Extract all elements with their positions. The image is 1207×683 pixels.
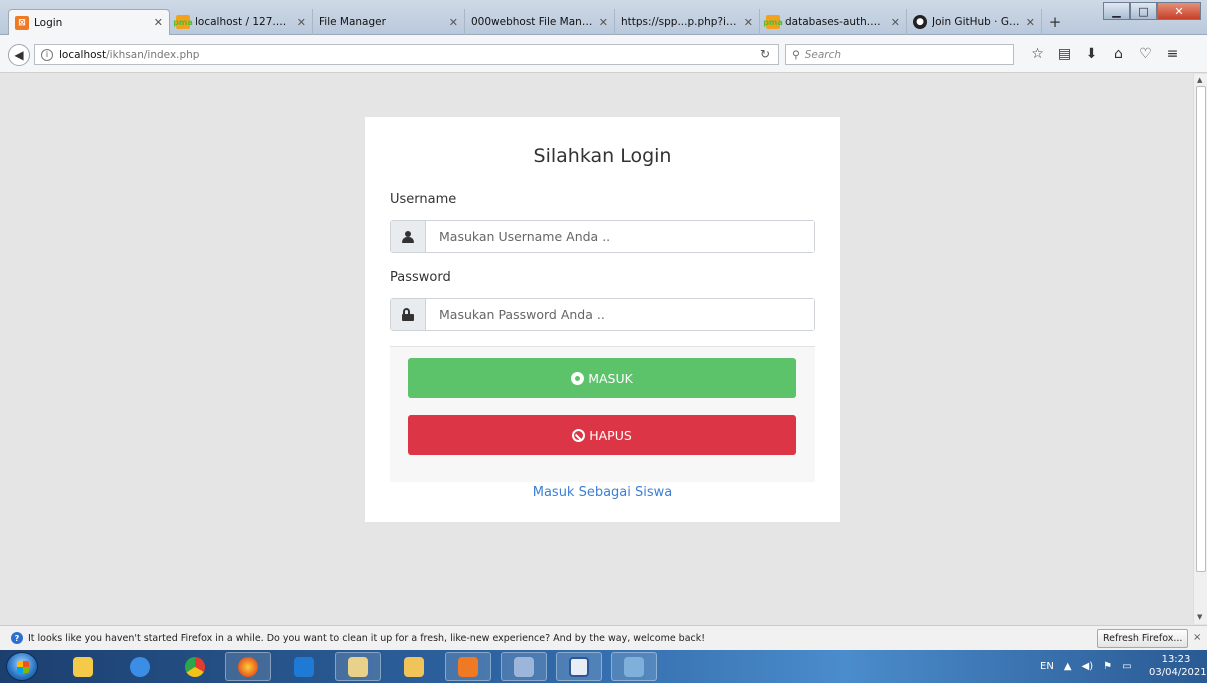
github-icon: ● [913, 15, 927, 29]
pocket-icon[interactable]: ♡ [1132, 46, 1159, 62]
ban-icon [572, 428, 586, 442]
phpmyadmin-icon: pma [763, 15, 783, 29]
network-icon[interactable]: ▭ [1122, 661, 1131, 672]
password-input[interactable] [426, 299, 814, 330]
tab-login[interactable]: ⊠ Login ✕ [8, 9, 170, 35]
close-tab-icon[interactable]: ✕ [154, 16, 163, 29]
student-login-link[interactable]: Masuk Sebagai Siswa [365, 485, 840, 500]
clock-date: 03/04/2021 [1149, 667, 1207, 678]
back-arrow-icon[interactable]: ◀ [8, 44, 30, 66]
close-tab-icon[interactable]: ✕ [599, 16, 608, 29]
masuk-button[interactable]: MASUK [408, 358, 796, 398]
system-clock[interactable]: 13:23 03/04/2021 [1149, 653, 1207, 679]
url-path: /ikhsan/index.php [106, 48, 200, 61]
tab-phpmyadmin[interactable]: pma localhost / 127.0.0.... ✕ [170, 9, 313, 35]
phpmyadmin-icon: pma [173, 15, 193, 29]
download-icon[interactable]: ⬇ [1078, 46, 1105, 62]
system-tray: EN ▲ ◀) ⚑ ▭ [1040, 650, 1142, 683]
refresh-firefox-button[interactable]: Refresh Firefox... [1097, 629, 1189, 648]
firefox-notification-bar: ? It looks like you haven't started Fire… [0, 625, 1207, 650]
user-icon [391, 221, 426, 252]
navigation-bar: ◀ i localhost/ikhsan/index.php ↻ ⚲ Searc… [0, 35, 1207, 73]
close-tab-icon[interactable]: ✕ [891, 16, 900, 29]
clock-time: 13:23 [1161, 654, 1191, 665]
menu-icon[interactable]: ≡ [1159, 46, 1186, 62]
chrome-icon[interactable] [172, 652, 218, 681]
sticky-notes-icon[interactable] [60, 652, 106, 681]
tab-file-manager[interactable]: File Manager ✕ [313, 9, 465, 35]
close-tab-icon[interactable]: ✕ [744, 16, 753, 29]
url-host: localhost [59, 48, 107, 61]
scroll-up-icon[interactable]: ▲ [1197, 76, 1202, 84]
username-input[interactable] [426, 221, 814, 252]
masuk-label: MASUK [588, 370, 633, 386]
internet-explorer-icon[interactable] [117, 652, 163, 681]
password-group [390, 298, 815, 331]
folder-icon[interactable] [391, 652, 437, 681]
question-icon: ? [11, 632, 23, 644]
minimize-icon[interactable]: ▁ [1103, 2, 1130, 20]
xampp-icon: ⊠ [15, 15, 29, 30]
window-controls: ▁ □ ✕ [1103, 2, 1201, 20]
vertical-scrollbar[interactable]: ▲ ▼ [1193, 74, 1207, 624]
language-indicator[interactable]: EN [1040, 661, 1054, 672]
unlock-icon [391, 299, 426, 330]
new-tab-button[interactable]: + [1042, 9, 1068, 35]
xampp-taskbar-icon[interactable] [445, 652, 491, 681]
tab-title: databases-auth.00... [785, 16, 885, 28]
scroll-down-icon[interactable]: ▼ [1197, 613, 1202, 621]
info-icon[interactable]: i [41, 48, 53, 61]
close-tab-icon[interactable]: ✕ [449, 16, 458, 29]
page-viewport: Silahkan Login Username Password MASUK H… [0, 74, 1193, 624]
username-group [390, 220, 815, 253]
hapus-button[interactable]: HAPUS [408, 415, 796, 455]
outlook-icon[interactable] [281, 652, 327, 681]
notification-message: It looks like you haven't started Firefo… [28, 632, 706, 644]
browser-tab-strip: ⊠ Login ✕ pma localhost / 127.0.0.... ✕ … [0, 0, 1207, 35]
scrollbar-thumb[interactable] [1196, 86, 1206, 572]
url-bar[interactable]: i localhost/ikhsan/index.php [34, 44, 779, 65]
tab-title: Join GitHub · GitHub [932, 16, 1020, 28]
login-card: Silahkan Login Username Password MASUK H… [365, 117, 840, 522]
action-center-flag-icon[interactable]: ⚑ [1103, 661, 1112, 672]
home-icon[interactable]: ⌂ [1105, 46, 1132, 62]
calculator-icon[interactable] [501, 652, 547, 681]
tab-databases-auth[interactable]: pma databases-auth.00... ✕ [760, 9, 907, 35]
firefox-icon[interactable] [225, 652, 271, 681]
password-label: Password [390, 270, 451, 285]
username-label: Username [390, 192, 457, 207]
file-explorer-icon[interactable] [335, 652, 381, 681]
volume-icon[interactable]: ◀) [1082, 661, 1094, 672]
button-panel: MASUK HAPUS [390, 346, 815, 482]
search-icon: ⚲ [792, 48, 800, 61]
tab-title: https://spp...p.php?id=1 [621, 16, 738, 28]
windows-taskbar: EN ▲ ◀) ⚑ ▭ 13:23 03/04/2021 [0, 650, 1207, 683]
close-tab-icon[interactable]: ✕ [1026, 16, 1035, 29]
word-icon[interactable] [556, 652, 602, 681]
show-hidden-icons-icon[interactable]: ▲ [1064, 661, 1072, 672]
tab-title: 000webhost File Mana... [471, 16, 593, 28]
search-placeholder: Search [804, 48, 842, 61]
start-button[interactable] [6, 652, 38, 681]
tab-title: Login [34, 16, 63, 29]
close-window-icon[interactable]: ✕ [1157, 2, 1201, 20]
maximize-icon[interactable]: □ [1130, 2, 1157, 20]
dot-circle-icon [571, 371, 585, 385]
tab-spp[interactable]: https://spp...p.php?id=1 ✕ [615, 9, 760, 35]
close-tab-icon[interactable]: ✕ [297, 16, 306, 29]
tab-list: ⊠ Login ✕ pma localhost / 127.0.0.... ✕ … [8, 9, 1068, 35]
hapus-label: HAPUS [589, 427, 632, 443]
tab-title: File Manager [319, 16, 386, 28]
bookmarks-library-icon[interactable]: ▤ [1051, 46, 1078, 62]
sublime-text-icon[interactable] [611, 652, 657, 681]
tab-000webhost[interactable]: 000webhost File Mana... ✕ [465, 9, 615, 35]
close-notification-icon[interactable]: × [1193, 632, 1201, 643]
reload-icon[interactable]: ↻ [760, 47, 770, 61]
toolbar-icons: ☆ ▤ ⬇ ⌂ ♡ ≡ [1024, 46, 1186, 62]
tab-title: localhost / 127.0.0.... [195, 16, 291, 28]
login-title: Silahkan Login [533, 145, 672, 167]
bookmark-star-icon[interactable]: ☆ [1024, 46, 1051, 62]
tab-github[interactable]: ● Join GitHub · GitHub ✕ [907, 9, 1042, 35]
search-input[interactable]: ⚲ Search [785, 44, 1014, 65]
